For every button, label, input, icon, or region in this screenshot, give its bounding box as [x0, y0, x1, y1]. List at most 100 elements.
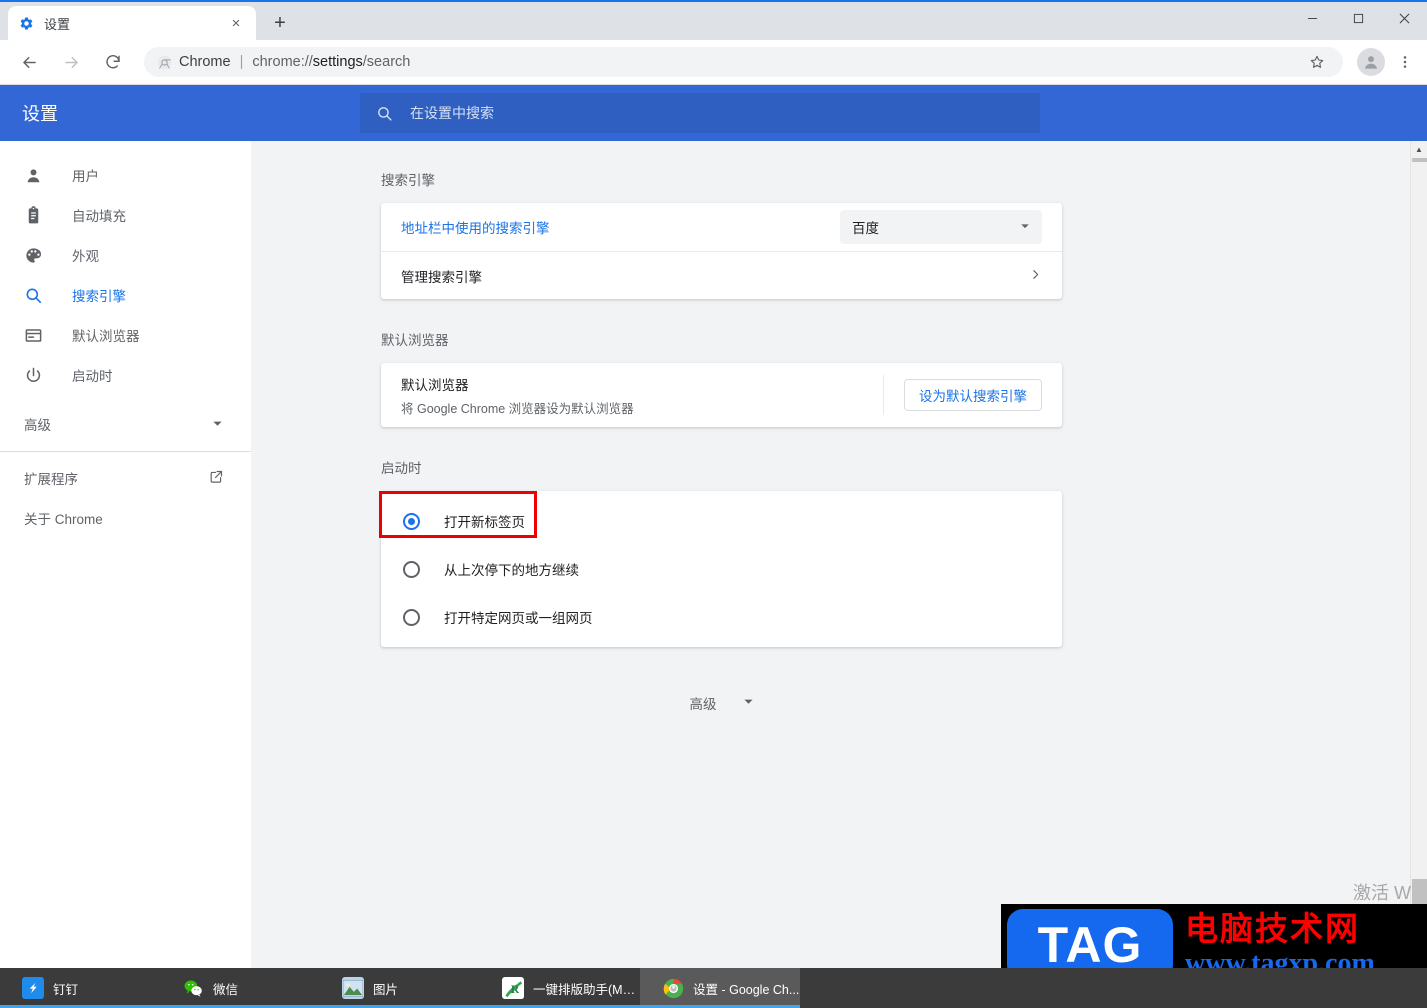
taskbar-item-wechat[interactable]: 微信: [160, 968, 320, 1008]
address-bar[interactable]: Chrome | chrome://settings/search: [144, 47, 1343, 77]
settings-content: 搜索引擎 地址栏中使用的搜索引擎 百度 管理搜索引擎 默认浏览器 默认浏览器 将…: [251, 141, 1427, 976]
sidebar-item-label: 搜索引擎: [72, 289, 126, 304]
profile-avatar-icon[interactable]: [1357, 48, 1385, 76]
manage-search-engines-row[interactable]: 管理搜索引擎: [381, 251, 1062, 299]
scrollbar-thumb[interactable]: [1412, 158, 1427, 162]
site-chip-label: Chrome: [179, 54, 231, 70]
advanced-expander-button[interactable]: 高级: [690, 693, 754, 713]
close-icon[interactable]: ×: [226, 13, 246, 33]
chrome-icon: [662, 977, 684, 999]
advanced-expander-label: 高级: [689, 697, 717, 712]
startup-option-specific-pages[interactable]: 打开特定网页或一组网页: [381, 593, 1062, 641]
tab-strip: 设置 × +: [0, 0, 1427, 40]
sidebar-item-on-startup[interactable]: 启动时: [0, 355, 251, 395]
sidebar-item-extensions[interactable]: 扩展程序: [0, 458, 251, 498]
browser-tab[interactable]: 设置 ×: [8, 6, 256, 40]
taskbar-item-typeset-assistant[interactable]: R 一键排版助手(MyE...: [480, 968, 640, 1008]
search-input[interactable]: [398, 105, 1024, 121]
new-tab-button[interactable]: +: [266, 9, 294, 37]
window-controls: [1289, 2, 1427, 34]
window-close-button[interactable]: [1381, 2, 1427, 34]
radio-button[interactable]: [403, 608, 420, 626]
chevron-down-icon: [212, 417, 223, 432]
site-chip: Chrome: [156, 54, 231, 70]
taskbar-item-label: 钉钉: [53, 982, 79, 997]
minimize-button[interactable]: [1289, 2, 1335, 34]
chrome-icon: [156, 54, 172, 70]
sidebar-item-label: 用户: [72, 169, 99, 184]
radio-button-selected[interactable]: [403, 512, 420, 530]
default-browser-row: 默认浏览器 将 Google Chrome 浏览器设为默认浏览器 设为默认搜索引…: [381, 363, 1062, 427]
taskbar-item-label: 图片: [373, 982, 399, 997]
sidebar-item-default-browser[interactable]: 默认浏览器: [0, 315, 251, 355]
sidebar-item-autofill[interactable]: 自动填充: [0, 195, 251, 235]
sidebar-item-users[interactable]: 用户: [0, 155, 251, 195]
sidebar-item-about-chrome[interactable]: 关于 Chrome: [0, 498, 251, 538]
chevron-right-icon: [1029, 268, 1042, 284]
back-icon[interactable]: [13, 46, 45, 78]
taskbar-item-chrome[interactable]: 设置 - Google Ch...: [640, 968, 800, 1008]
settings-sidebar: 用户 自动填充 外观 搜索引擎 默认浏览器 启动时 高级 扩展程序 关于 Chr…: [0, 141, 251, 976]
default-search-engine-row[interactable]: 地址栏中使用的搜索引擎 百度: [381, 203, 1062, 251]
scroll-up-icon[interactable]: ▲: [1411, 141, 1427, 158]
typeset-icon: R: [502, 977, 524, 999]
chevron-down-icon: [743, 696, 754, 710]
chrome-menu-icon[interactable]: [1391, 46, 1419, 78]
sidebar-item-label: 自动填充: [72, 209, 126, 224]
reload-icon[interactable]: [97, 46, 129, 78]
picture-icon: [342, 977, 364, 999]
omnibox-url: chrome://settings/search: [252, 54, 411, 70]
settings-search-box[interactable]: [360, 93, 1040, 133]
advanced-expander[interactable]: 高级: [381, 693, 1062, 713]
section-title: 启动时: [381, 461, 422, 476]
tab-title: 设置: [44, 16, 71, 32]
taskbar-item-label: 微信: [213, 982, 239, 997]
sidebar-divider: [0, 451, 251, 452]
sidebar-advanced-label: 高级: [24, 418, 51, 433]
startup-option-new-tab[interactable]: 打开新标签页: [381, 497, 1062, 545]
watermark-site-name: 电脑技术网: [1185, 908, 1360, 948]
section-search-engine: 搜索引擎 地址栏中使用的搜索引擎 百度 管理搜索引擎: [381, 169, 1062, 299]
taskbar-item-label: 一键排版助手(MyE...: [533, 982, 640, 997]
section-on-startup: 启动时 打开新标签页 从上次停下的地方继续 打开特定网页或一组网页: [379, 457, 1062, 647]
maximize-button[interactable]: [1335, 2, 1381, 34]
sidebar-item-search-engine[interactable]: 搜索引擎: [0, 275, 251, 315]
taskbar-item-dingtalk[interactable]: 钉钉: [0, 968, 160, 1008]
sidebar-item-label: 默认浏览器: [72, 329, 140, 344]
default-browser-title: 默认浏览器: [401, 377, 469, 393]
sidebar-item-label: 关于 Chrome: [24, 512, 103, 527]
sidebar-item-label: 启动时: [72, 369, 113, 384]
section-default-browser: 默认浏览器 默认浏览器 将 Google Chrome 浏览器设为默认浏览器 设…: [381, 329, 1062, 427]
search-icon: [24, 286, 46, 305]
taskbar-item-pictures[interactable]: 图片: [320, 968, 480, 1008]
page-scrollbar[interactable]: ▲: [1410, 141, 1427, 976]
select-value: 百度: [852, 221, 879, 236]
default-search-engine-select[interactable]: 百度: [840, 210, 1042, 244]
taskbar-item-label: 设置 - Google Ch...: [693, 982, 800, 997]
page-title: 设置: [22, 104, 58, 124]
default-browser-card: 默认浏览器 将 Google Chrome 浏览器设为默认浏览器 设为默认搜索引…: [381, 363, 1062, 427]
default-browser-subtitle: 将 Google Chrome 浏览器设为默认浏览器: [401, 401, 634, 416]
palette-icon: [24, 246, 46, 265]
gear-icon: [18, 15, 34, 31]
radio-button[interactable]: [403, 560, 420, 578]
section-title: 搜索引擎: [381, 173, 435, 188]
browser-window-icon: [24, 326, 46, 345]
default-browser-texts: 默认浏览器 将 Google Chrome 浏览器设为默认浏览器: [401, 374, 883, 417]
bookmark-star-icon[interactable]: [1303, 48, 1331, 76]
forward-icon[interactable]: [55, 46, 87, 78]
startup-option-label: 打开特定网页或一组网页: [444, 611, 593, 626]
search-icon: [376, 105, 398, 122]
dingtalk-icon: [22, 977, 44, 999]
sidebar-item-label: 外观: [72, 249, 99, 264]
startup-option-continue[interactable]: 从上次停下的地方继续: [381, 545, 1062, 593]
external-link-icon: [209, 469, 224, 487]
sidebar-advanced-toggle[interactable]: 高级: [0, 403, 251, 445]
power-icon: [24, 366, 46, 385]
sidebar-item-label: 扩展程序: [24, 472, 78, 487]
person-icon: [24, 166, 46, 185]
chevron-down-icon: [1020, 221, 1030, 234]
manage-search-engines-label: 管理搜索引擎: [401, 269, 482, 285]
set-default-button[interactable]: 设为默认搜索引擎: [904, 379, 1042, 411]
sidebar-item-appearance[interactable]: 外观: [0, 235, 251, 275]
